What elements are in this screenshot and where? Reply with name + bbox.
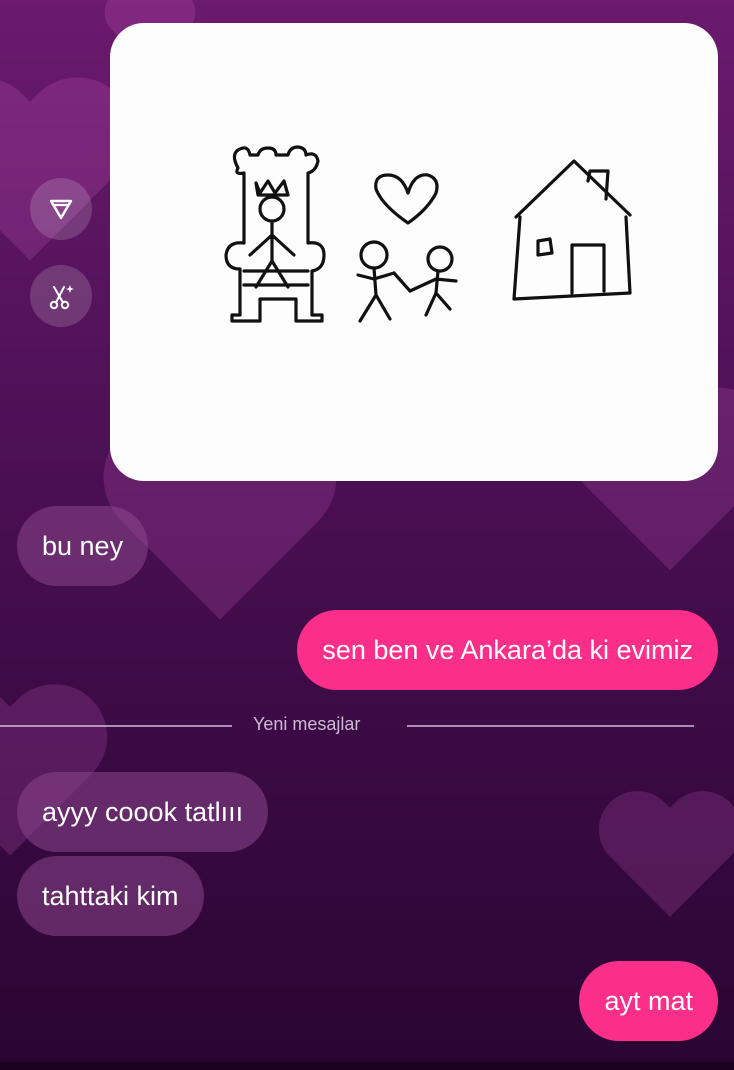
sparkle-scissors-icon <box>49 285 74 310</box>
two-stick-figures-drawing <box>356 240 458 323</box>
message-bubble-incoming[interactable]: tahttaki kim <box>17 856 204 936</box>
message-text: tahttaki kim <box>42 880 179 911</box>
house-drawing <box>512 159 632 301</box>
message-bubble-incoming[interactable]: bu ney <box>17 506 149 586</box>
drawing-illustration <box>224 145 632 323</box>
bottom-bar <box>0 1062 734 1070</box>
heart-drawing <box>374 173 439 225</box>
background-heart-decoration <box>593 794 734 937</box>
message-text: sen ben ve Ankara’da ki evimiz <box>322 634 693 665</box>
message-bubble-outgoing[interactable]: sen ben ve Ankara’da ki evimiz <box>297 610 718 690</box>
send-button[interactable] <box>30 178 92 240</box>
divider-line <box>0 725 232 727</box>
new-messages-divider: Yeni mesajlar <box>0 714 734 734</box>
message-text: ayt mat <box>604 985 693 1016</box>
message-text: bu ney <box>42 530 124 561</box>
message-bubble-incoming[interactable]: ayyy coook tatlııı <box>17 772 269 852</box>
send-triangle-icon <box>49 199 73 220</box>
message-bubble-outgoing[interactable]: ayt mat <box>579 961 718 1041</box>
message-text: ayyy coook tatlııı <box>42 796 244 827</box>
throne-king-drawing <box>224 145 326 323</box>
ai-edit-button[interactable] <box>30 265 92 327</box>
shared-drawing-image[interactable] <box>110 23 718 481</box>
divider-line <box>407 725 694 727</box>
divider-label: Yeni mesajlar <box>253 714 361 734</box>
